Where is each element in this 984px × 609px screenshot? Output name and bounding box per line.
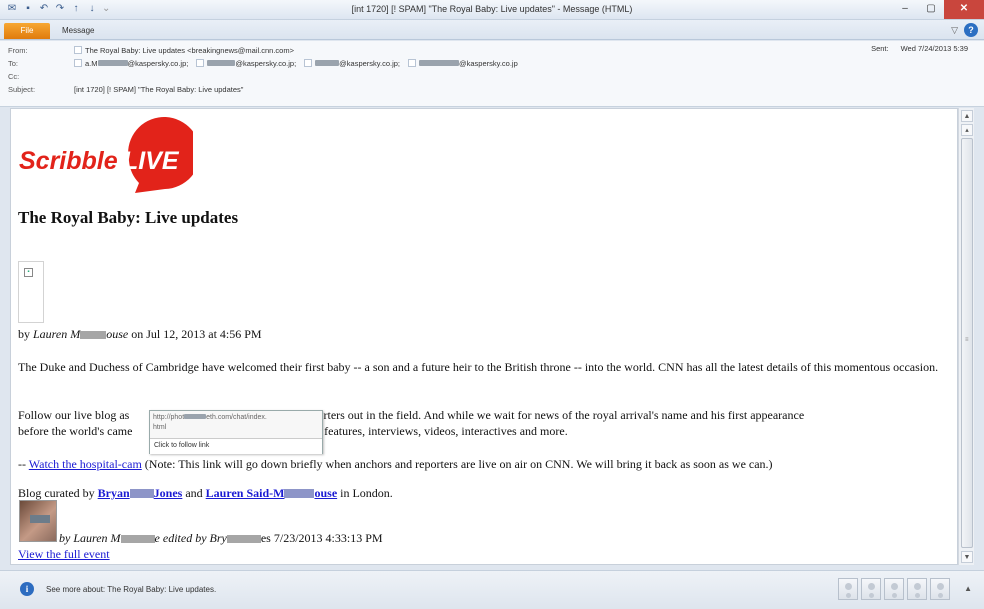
link-tooltip: http://phot eth.com/chat/index. html Clic… — [149, 410, 323, 454]
scribblelive-logo[interactable]: Scribble LIVE — [17, 117, 193, 193]
logo-text-live: LIVE — [123, 147, 180, 175]
cc-row: Cc: — [8, 71, 74, 82]
scrollbar-thumb[interactable]: ≡ — [961, 138, 973, 548]
title-bar: ✉ ▪ ↶ ↷ ↑ ↓ ⌄ [int 1720] [! SPAM] "The R… — [0, 0, 984, 20]
logo-text-scribble: Scribble — [19, 147, 118, 175]
paragraph-intro: The Duke and Duchess of Cambridge have w… — [18, 360, 939, 374]
contact-status-icon — [408, 59, 416, 67]
subject-row: Subject: [int 1720] [! SPAM] "The Royal … — [8, 84, 243, 95]
sent-value: Wed 7/24/2013 5:39 — [900, 44, 968, 53]
broken-image-icon: ▪ — [24, 268, 33, 277]
hospital-cam-link[interactable]: Watch the hospital-cam — [29, 457, 142, 471]
tab-message[interactable]: Message — [62, 26, 94, 35]
redacted-text — [419, 60, 459, 66]
view-full-event-row: View the full event — [18, 546, 948, 562]
contact-status-icon — [74, 46, 82, 54]
sent-info: Sent: Wed 7/24/2013 5:39 — [871, 44, 968, 53]
tooltip-url-cont: html — [153, 424, 167, 431]
expand-people-pane-icon[interactable]: ▲ — [964, 584, 972, 593]
tooltip-url: http://phot eth.com/chat/index. — [153, 414, 267, 421]
person-tile-icon[interactable] — [907, 578, 927, 600]
to-recipient[interactable]: a.M @kaspersky.co.jp; — [74, 59, 188, 68]
tab-file[interactable]: File — [4, 23, 50, 39]
window-title: [int 1720] [! SPAM] "The Royal Baby: Liv… — [351, 4, 633, 14]
sent-label: Sent: — [871, 44, 889, 53]
page-title: The Royal Baby: Live updates — [18, 208, 239, 227]
to-row: To: a.M @kaspersky.co.jp; @kaspersky.co.j… — [8, 58, 526, 69]
tooltip-action: Click to follow link — [150, 438, 322, 454]
people-pane: i See more about: The Royal Baby: Live u… — [0, 570, 984, 609]
redacted-text — [129, 489, 154, 498]
contact-status-icon — [304, 59, 313, 67]
scroll-up-arrow-icon[interactable]: ▲ — [961, 110, 973, 122]
ribbon-collapse-icon[interactable]: ▽ — [951, 25, 958, 36]
to-label: To: — [8, 59, 19, 68]
maximize-button[interactable]: ▢ — [918, 0, 944, 19]
scroll-down-arrow-icon[interactable]: ▼ — [961, 551, 973, 563]
byline: by Lauren Mouse on Jul 12, 2013 at 4:56 … — [18, 327, 262, 341]
person-tile-icon[interactable] — [838, 578, 858, 600]
scroll-page-up-icon[interactable]: ▴ — [961, 124, 973, 136]
info-icon: i — [20, 582, 34, 596]
minimize-button[interactable]: – — [892, 0, 918, 19]
paragraph-curated: Blog curated by Bryan Jones and Lauren Sa… — [18, 486, 393, 500]
redacted-face — [30, 515, 50, 523]
see-more-text[interactable]: See more about: The Royal Baby: Live upd… — [46, 585, 216, 594]
help-icon[interactable]: ? — [964, 23, 978, 37]
ribbon-tabs: File Message ▽ ? — [0, 20, 984, 40]
redacted-text — [284, 489, 315, 498]
redacted-text — [120, 535, 155, 543]
author-avatar — [19, 500, 57, 542]
redacted-text — [184, 414, 207, 419]
curator-link-bryan[interactable]: Bryan Jones — [98, 486, 183, 500]
to-recipient[interactable]: @kaspersky.co.jp; — [196, 59, 296, 68]
redacted-text — [315, 60, 340, 66]
edit-line: by Lauren Me edited by Bry es 7/23/2013 4… — [59, 531, 383, 545]
curator-link-lauren[interactable]: Lauren Said-M ouse — [206, 486, 337, 500]
cc-label: Cc: — [8, 72, 20, 81]
vertical-scrollbar[interactable]: ▲ ▴ ≡ ▼ — [958, 108, 974, 565]
view-full-event-link[interactable]: View the full event — [18, 547, 110, 561]
subject-value: [int 1720] [! SPAM] "The Royal Baby: Liv… — [74, 85, 244, 94]
paragraph-hospital-cam: -- Watch the hospital-cam (Note: This li… — [18, 457, 773, 471]
redacted-text — [226, 535, 261, 543]
from-row: From: The Royal Baby: Live updates <brea… — [8, 45, 302, 56]
broken-image-placeholder: ▪ — [18, 261, 44, 323]
contact-status-icon — [196, 59, 205, 67]
redacted-text — [80, 331, 107, 339]
redacted-text — [97, 60, 128, 66]
message-body[interactable]: Scribble LIVE The Royal Baby: Live updat… — [10, 108, 958, 565]
people-tiles — [838, 578, 950, 600]
ribbon-right-controls: ▽ ? — [951, 23, 978, 37]
person-tile-icon[interactable] — [930, 578, 950, 600]
from-value[interactable]: The Royal Baby: Live updates <breakingne… — [74, 46, 294, 55]
from-label: From: — [8, 46, 28, 55]
to-recipient[interactable]: @kaspersky.co.jp — [408, 59, 518, 68]
person-tile-icon[interactable] — [884, 578, 904, 600]
subject-label: Subject: — [8, 85, 36, 94]
window-controls: – ▢ ✕ — [892, 0, 984, 19]
person-tile-icon[interactable] — [861, 578, 881, 600]
to-recipient[interactable]: @kaspersky.co.jp; — [304, 59, 400, 68]
close-button[interactable]: ✕ — [944, 0, 984, 19]
contact-status-icon — [74, 59, 82, 67]
message-header: From: The Royal Baby: Live updates <brea… — [0, 41, 984, 107]
scrollbar-grip-icon: ≡ — [965, 337, 969, 343]
redacted-text — [207, 60, 236, 66]
